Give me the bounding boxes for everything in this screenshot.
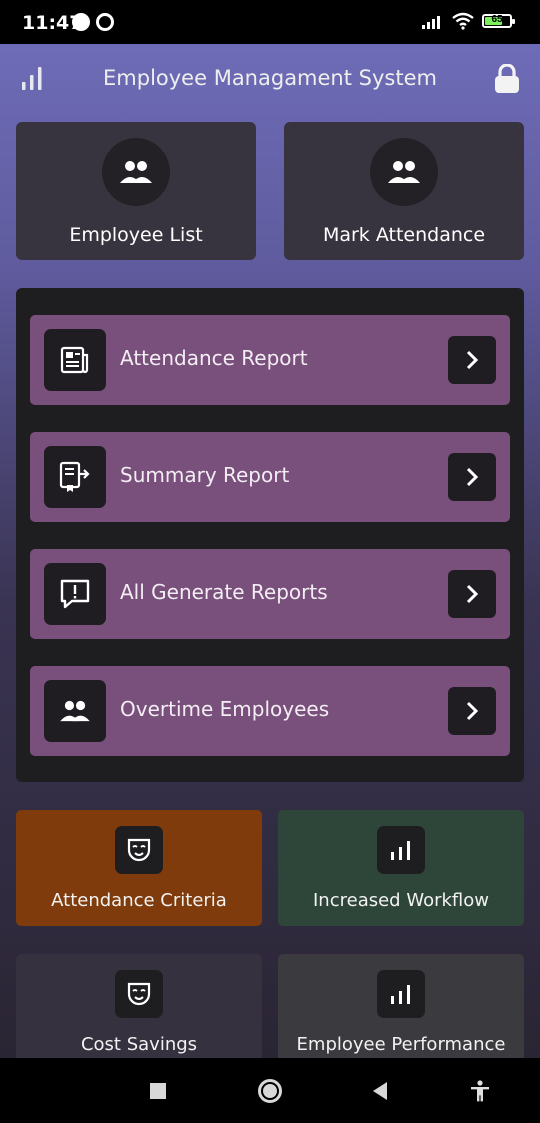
accessibility-icon bbox=[471, 1079, 489, 1101]
people-icon bbox=[102, 138, 170, 206]
employee-list-tile[interactable]: Employee List bbox=[16, 122, 256, 260]
mask-icon bbox=[115, 970, 163, 1018]
sync-icon bbox=[96, 13, 114, 31]
report-label: Overtime Employees bbox=[120, 697, 330, 721]
card-label: Attendance Criteria bbox=[51, 890, 227, 911]
card-label: Increased Workflow bbox=[313, 890, 489, 911]
chevron-right-icon[interactable] bbox=[448, 687, 496, 735]
export-document-icon bbox=[44, 446, 106, 508]
back-button[interactable] bbox=[366, 1058, 394, 1123]
accessibility-button[interactable] bbox=[466, 1058, 494, 1123]
system-nav-bar bbox=[0, 1058, 540, 1123]
people-icon bbox=[370, 138, 438, 206]
home-button[interactable] bbox=[254, 1058, 286, 1123]
bar-chart-icon bbox=[377, 826, 425, 874]
increased-workflow-card[interactable]: Increased Workflow bbox=[278, 810, 524, 926]
tile-label: Employee List bbox=[69, 224, 203, 246]
summary-report-item[interactable]: Summary Report bbox=[30, 432, 510, 522]
battery-level: 65 bbox=[491, 14, 503, 25]
chevron-right-icon[interactable] bbox=[448, 570, 496, 618]
feedback-icon bbox=[44, 563, 106, 625]
app-screen: Employee Managament System Employee List… bbox=[0, 44, 540, 1058]
report-label: Summary Report bbox=[120, 463, 290, 487]
overtime-employees-item[interactable]: Overtime Employees bbox=[30, 666, 510, 756]
square-icon bbox=[150, 1082, 166, 1099]
signal-icon bbox=[422, 16, 440, 29]
mark-attendance-tile[interactable]: Mark Attendance bbox=[284, 122, 524, 260]
employee-performance-card[interactable]: Employee Performance bbox=[278, 954, 524, 1058]
triangle-back-icon bbox=[373, 1081, 387, 1100]
reports-panel: Attendance Report Summary Report All Gen… bbox=[16, 288, 524, 782]
top-bar: Employee Managament System bbox=[0, 44, 540, 116]
circle-icon bbox=[258, 1078, 282, 1103]
status-bar: 11:47 65 bbox=[0, 0, 540, 44]
bar-chart-icon bbox=[377, 970, 425, 1018]
card-label: Employee Performance bbox=[296, 1034, 506, 1055]
people-icon bbox=[44, 680, 106, 742]
all-generate-reports-item[interactable]: All Generate Reports bbox=[30, 549, 510, 639]
wifi-icon bbox=[452, 12, 474, 30]
attendance-criteria-card[interactable]: Attendance Criteria bbox=[16, 810, 262, 926]
cost-savings-card[interactable]: Cost Savings bbox=[16, 954, 262, 1058]
recents-button[interactable] bbox=[140, 1058, 176, 1123]
tile-label: Mark Attendance bbox=[322, 224, 486, 246]
page-title: Employee Managament System bbox=[103, 66, 437, 90]
mask-icon bbox=[115, 826, 163, 874]
status-icons: 65 bbox=[422, 12, 515, 30]
report-label: All Generate Reports bbox=[120, 580, 328, 604]
card-label: Cost Savings bbox=[80, 1034, 198, 1055]
battery-icon: 65 bbox=[482, 14, 515, 28]
lock-icon[interactable] bbox=[494, 64, 520, 94]
newspaper-icon bbox=[44, 329, 106, 391]
chevron-right-icon[interactable] bbox=[448, 453, 496, 501]
attendance-report-item[interactable]: Attendance Report bbox=[30, 315, 510, 405]
notification-icon bbox=[72, 13, 90, 31]
report-label: Attendance Report bbox=[120, 346, 308, 370]
chevron-right-icon[interactable] bbox=[448, 336, 496, 384]
